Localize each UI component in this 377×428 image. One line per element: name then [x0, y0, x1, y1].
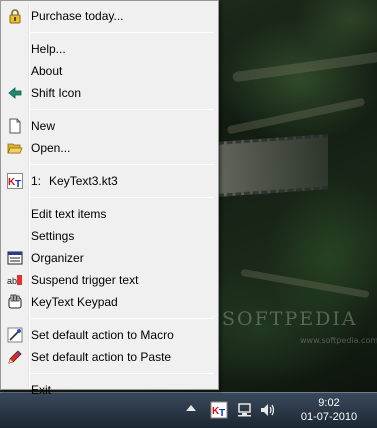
recent-file-name: KeyText3.kt3	[49, 174, 118, 188]
menu-item-default-paste[interactable]: Set default action to Paste	[3, 346, 216, 368]
menu-item-label: About	[31, 64, 63, 78]
menu-item-label: Edit text items	[31, 207, 107, 221]
menu-item-label: Organizer	[31, 251, 84, 265]
keytext-file-icon: K T	[7, 173, 23, 189]
svg-text:T: T	[219, 408, 225, 419]
clock-date: 01-07-2010	[300, 411, 358, 423]
keytext-tray-icon[interactable]: K T	[210, 401, 228, 419]
menu-item-recent-file[interactable]: K T 1: KeyText3.kt3	[3, 170, 216, 192]
menu-item-suspend-trigger[interactable]: ab Suspend trigger text	[3, 269, 216, 291]
menu-item-label: Open...	[31, 141, 71, 155]
menu-separator	[31, 373, 214, 374]
menu-item-label: Help...	[31, 42, 66, 56]
svg-text:T: T	[15, 179, 21, 189]
menu-item-shift-icon[interactable]: Shift Icon	[3, 82, 216, 104]
menu-item-label: Purchase today...	[31, 9, 124, 23]
softpedia-url: www.softpedia.com	[300, 336, 377, 345]
menu-item-edit-text-items[interactable]: Edit text items	[3, 203, 216, 225]
menu-item-label: Settings	[31, 229, 75, 243]
menu-item-label: New	[31, 119, 56, 133]
organizer-icon	[7, 250, 23, 266]
menu-item-label: Suspend trigger text	[31, 273, 139, 287]
background-branch	[240, 268, 370, 299]
system-clock[interactable]: 9:02 01-07-2010	[289, 396, 369, 424]
menu-item-new[interactable]: New	[3, 115, 216, 137]
menu-item-label: Set default action to Paste	[31, 350, 172, 364]
background-filmstrip	[218, 134, 328, 197]
clock-time: 9:02	[318, 397, 340, 409]
background-branch	[226, 97, 366, 135]
svg-text:ab: ab	[7, 276, 17, 286]
background-branch	[232, 51, 377, 83]
pencil-icon	[7, 349, 23, 365]
menu-separator	[31, 109, 214, 110]
softpedia-watermark: SOFTPEDIA	[222, 308, 358, 330]
open-folder-icon	[7, 140, 23, 156]
arrow-left-icon	[7, 85, 23, 101]
lock-icon	[7, 8, 23, 24]
menu-item-organizer[interactable]: Organizer	[3, 247, 216, 269]
menu-separator	[31, 318, 214, 319]
new-document-icon	[7, 118, 23, 134]
menu-separator	[31, 164, 214, 165]
menu-item-exit[interactable]: Exit	[3, 379, 216, 401]
menu-item-about[interactable]: About	[3, 60, 216, 82]
network-icon[interactable]	[236, 401, 254, 419]
show-hidden-icons-arrow-icon[interactable]	[186, 405, 196, 411]
keypad-hand-icon	[7, 294, 23, 310]
menu-item-open[interactable]: Open...	[3, 137, 216, 159]
menu-item-purchase[interactable]: Purchase today...	[3, 5, 216, 27]
menu-item-label: Shift Icon	[31, 86, 82, 100]
menu-separator	[31, 32, 214, 33]
menu-item-keypad[interactable]: KeyText Keypad	[3, 291, 216, 313]
menu-item-label: Set default action to Macro	[31, 328, 174, 342]
menu-item-default-macro[interactable]: Set default action to Macro	[3, 324, 216, 346]
menu-item-settings[interactable]: Settings	[3, 225, 216, 247]
menu-item-label: Exit	[31, 383, 52, 397]
keytext-context-menu: Purchase today... Help... About Shift Ic…	[0, 0, 219, 397]
menu-separator	[31, 197, 214, 198]
macro-icon	[7, 327, 23, 343]
recent-file-number: 1:	[31, 174, 42, 188]
menu-item-help[interactable]: Help...	[3, 38, 216, 60]
trigger-text-icon: ab	[7, 272, 23, 288]
volume-icon[interactable]	[259, 401, 277, 419]
menu-item-label: KeyText Keypad	[31, 295, 118, 309]
